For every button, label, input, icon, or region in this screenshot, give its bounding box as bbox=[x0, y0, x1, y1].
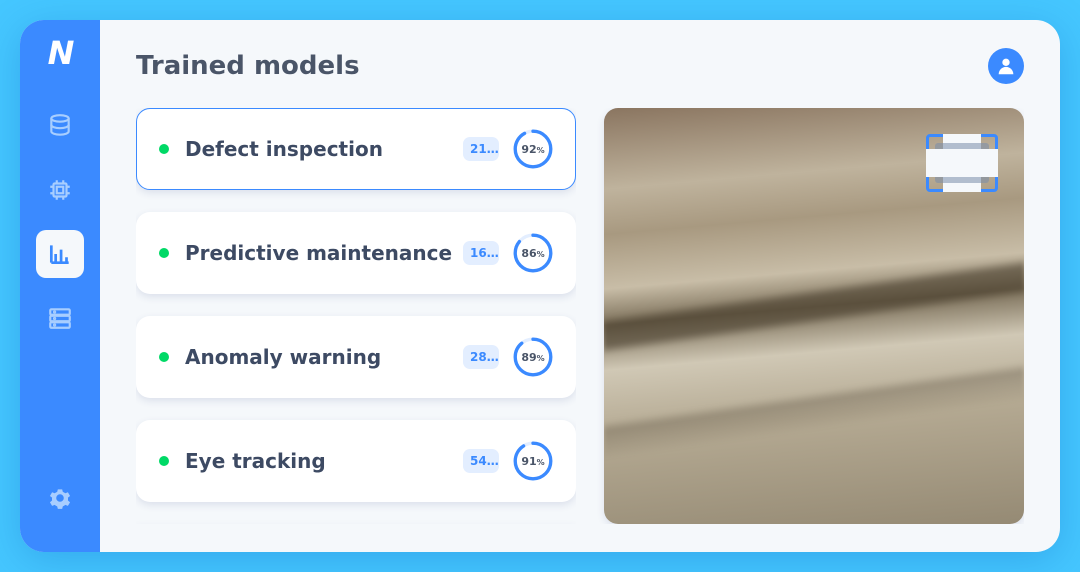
content-area: Defect inspection21… 92% Predictive mainte… bbox=[136, 108, 1024, 524]
model-list: Defect inspection21… 92% Predictive mainte… bbox=[136, 108, 576, 524]
status-dot bbox=[159, 248, 169, 258]
person-icon bbox=[995, 55, 1017, 77]
gear-icon bbox=[47, 485, 73, 511]
nav-chip[interactable] bbox=[36, 166, 84, 214]
model-name: Defect inspection bbox=[185, 137, 463, 161]
model-badge: 16… bbox=[463, 241, 499, 265]
accuracy-ring: 92% bbox=[513, 129, 553, 169]
app-window: N Trained models Defect inspection21… 92%… bbox=[20, 20, 1060, 552]
nav-database[interactable] bbox=[36, 102, 84, 150]
accuracy-ring: 86% bbox=[513, 233, 553, 273]
model-card[interactable]: Predictive maintenance16… 86% bbox=[136, 212, 576, 294]
accuracy-value: 89% bbox=[521, 351, 544, 364]
nav-settings[interactable] bbox=[36, 474, 84, 522]
detection-marker bbox=[935, 143, 989, 183]
logo: N bbox=[48, 34, 73, 72]
accuracy-value: 92% bbox=[521, 143, 544, 156]
sidebar: N bbox=[20, 20, 100, 552]
status-dot bbox=[159, 144, 169, 154]
nav-chart[interactable] bbox=[36, 230, 84, 278]
bar-chart-icon bbox=[47, 241, 73, 267]
status-dot bbox=[159, 352, 169, 362]
accuracy-value: 91% bbox=[521, 455, 544, 468]
detection-box bbox=[926, 134, 998, 192]
server-icon bbox=[47, 305, 73, 331]
nav-server[interactable] bbox=[36, 294, 84, 342]
model-card[interactable]: Eye tracking54… 91% bbox=[136, 420, 576, 502]
accuracy-value: 86% bbox=[521, 247, 544, 260]
header: Trained models bbox=[136, 48, 1024, 84]
model-badge: 28… bbox=[463, 345, 499, 369]
chip-icon bbox=[47, 177, 73, 203]
model-card[interactable]: Anomaly warning28… 89% bbox=[136, 316, 576, 398]
user-avatar[interactable] bbox=[988, 48, 1024, 84]
defect-mark-icon bbox=[949, 156, 975, 170]
model-name: Predictive maintenance bbox=[185, 241, 463, 265]
model-name: Anomaly warning bbox=[185, 345, 463, 369]
main-content: Trained models Defect inspection21… 92% Pr… bbox=[100, 20, 1060, 552]
status-dot bbox=[159, 456, 169, 466]
accuracy-ring: 91% bbox=[513, 441, 553, 481]
accuracy-ring: 89% bbox=[513, 337, 553, 377]
model-badge: 21… bbox=[463, 137, 499, 161]
model-name: Eye tracking bbox=[185, 449, 463, 473]
database-icon bbox=[47, 113, 73, 139]
model-card[interactable]: Defect inspection21… 92% bbox=[136, 108, 576, 190]
model-badge: 54… bbox=[463, 449, 499, 473]
page-title: Trained models bbox=[136, 51, 360, 81]
preview-panel bbox=[604, 108, 1024, 524]
